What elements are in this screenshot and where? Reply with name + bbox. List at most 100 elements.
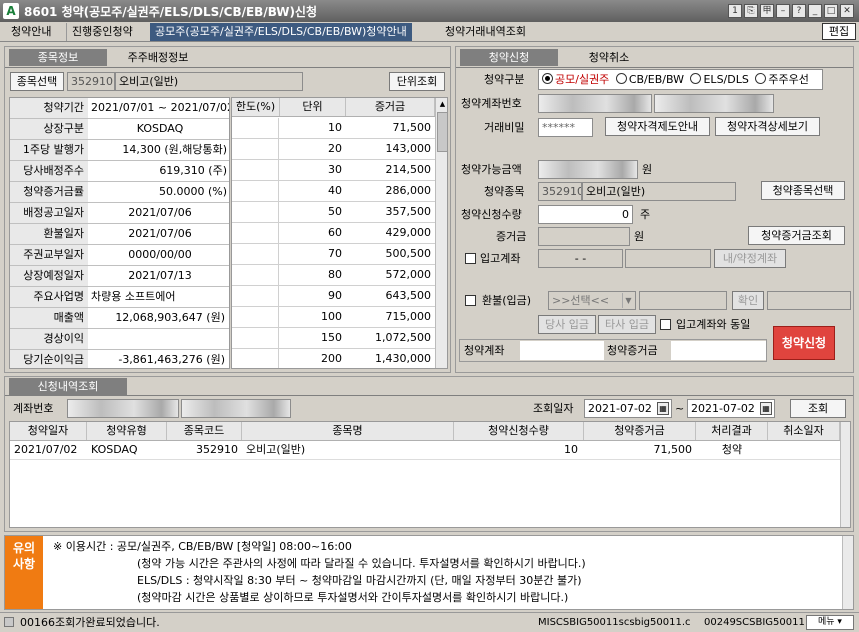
notice-line: ELS/DLS : 청약시작일 8:30 부터 ~ 청약마감일 마감시간까지 (…: [137, 574, 582, 587]
same-as-deposit-checkbox[interactable]: [660, 319, 671, 330]
eligibility-guide-button[interactable]: 청약자격제도안내: [605, 117, 710, 136]
margin-query-button[interactable]: 청약증거금조회: [748, 226, 845, 245]
menu-ongoing-subscription[interactable]: 진행중인청약: [66, 23, 138, 41]
unit-margin: 429,000: [385, 226, 432, 239]
col-margin: 청약증거금: [584, 422, 696, 440]
dash-icon[interactable]: –: [776, 4, 790, 18]
status-indicator-icon: [4, 617, 14, 627]
quantity-label: 청약신청수량: [461, 208, 522, 221]
unit-limit: [232, 223, 279, 243]
item-select-button[interactable]: 청약종목선택: [761, 181, 845, 200]
chevron-down-icon[interactable]: ▼: [622, 293, 634, 308]
unit-row[interactable]: 150 1,072,500: [232, 328, 435, 349]
row-result: 청약: [721, 443, 743, 456]
info-value: 2021/07/06: [89, 224, 229, 244]
tab-subscribe[interactable]: 청약신청: [460, 49, 558, 66]
unit-row[interactable]: 30 214,500: [232, 160, 435, 181]
unit-row[interactable]: 70 500,500: [232, 244, 435, 265]
unit-table-scrollbar[interactable]: ▲: [435, 98, 447, 368]
menu-subscription-guide[interactable]: 청약안내: [6, 23, 56, 41]
maximize-icon[interactable]: □: [824, 4, 838, 18]
unit-row[interactable]: 10 71,500: [232, 118, 435, 139]
refund-account-field: [639, 291, 727, 310]
refund-confirm-button[interactable]: 확인: [732, 291, 764, 310]
edit-button[interactable]: 편집: [822, 23, 856, 40]
info-value: 619,310 (주): [89, 161, 229, 181]
radio-shareholder-priority[interactable]: 주주우선: [755, 73, 809, 86]
copy-icon[interactable]: ⎘: [744, 4, 758, 18]
our-bank-deposit-button[interactable]: 당사 입금: [538, 315, 596, 334]
table-row[interactable]: 2021/07/02 KOSDAQ 352910 오비고(일반) 10 71,5…: [10, 441, 840, 460]
col-type: 청약유형: [87, 422, 167, 440]
menu-ipo-subscription[interactable]: 공모주(공모주/실권주/ELS/DLS/CB/EB/BW)청약안내: [150, 23, 412, 41]
row-date: 2021/07/02: [14, 443, 78, 456]
unit-query-button[interactable]: 단위조회: [389, 72, 445, 91]
calendar-icon[interactable]: ▦: [760, 402, 772, 415]
status-bar: 00166조회가완료되었습니다. MISCSBIG50011scsbig5001…: [0, 612, 859, 632]
deposit-account-label: 입고계좌: [480, 252, 521, 265]
scroll-thumb[interactable]: [437, 112, 447, 152]
refund-bank-select[interactable]: >>선택<< ▼: [548, 291, 636, 310]
account-number-field[interactable]: [538, 94, 652, 113]
unit-margin: 1,430,000: [375, 352, 431, 365]
stock-select-button[interactable]: 종목선택: [10, 72, 64, 91]
menu-button[interactable]: 메뉴 ▾: [806, 615, 854, 630]
submit-subscription-button[interactable]: 청약신청: [773, 326, 835, 360]
unit-row[interactable]: 20 143,000: [232, 139, 435, 160]
col-name: 종목명: [242, 422, 454, 440]
menu-transaction-history[interactable]: 청약거래내역조회: [440, 23, 531, 41]
link-icon[interactable]: 甲: [760, 4, 774, 18]
date-to-field[interactable]: 2021-07-02 ▦: [687, 399, 775, 418]
radio-cb-eb-bw[interactable]: CB/EB/BW: [615, 73, 684, 86]
unit-row[interactable]: 50 357,500: [232, 202, 435, 223]
subscription-type-label: 청약구분: [484, 73, 525, 86]
history-account-field[interactable]: [67, 399, 179, 418]
summary-account-field: [520, 341, 604, 360]
unit-row[interactable]: 80 572,000: [232, 265, 435, 286]
unit-row[interactable]: 100 715,000: [232, 307, 435, 328]
minimize-icon[interactable]: _: [808, 4, 822, 18]
tab-stock-info[interactable]: 종목정보: [9, 49, 107, 66]
tab-history[interactable]: 신청내역조회: [9, 378, 127, 395]
tab-shareholder-allocation[interactable]: 주주배정정보: [109, 49, 207, 66]
info-row: 당사배정주수 619,310 (주): [10, 161, 229, 182]
scroll-up-icon[interactable]: ▲: [437, 99, 447, 110]
date-tilde: ~: [675, 402, 685, 415]
col-limit: 한도(%): [232, 98, 280, 116]
info-key: 청약증거금률: [10, 182, 88, 202]
notice-scrollbar[interactable]: [842, 536, 853, 609]
calendar-icon[interactable]: ▦: [657, 402, 669, 415]
my-account-button[interactable]: 내/약정계좌: [714, 249, 786, 268]
unit-value: 100: [321, 310, 342, 323]
history-scrollbar[interactable]: [840, 422, 850, 527]
info-row: 환불일자 2021/07/06: [10, 224, 229, 245]
unit-row[interactable]: 40 286,000: [232, 181, 435, 202]
same-as-deposit-label: 입고계좌와 동일: [676, 318, 751, 331]
unit-value: 40: [328, 184, 342, 197]
tab-cancel[interactable]: 청약취소: [560, 49, 658, 66]
password-field[interactable]: ******: [538, 118, 593, 137]
unit-row[interactable]: 200 1,430,000: [232, 349, 435, 368]
deposit-account-checkbox[interactable]: [465, 253, 476, 264]
unit-margin: 214,500: [385, 163, 432, 176]
other-bank-deposit-button[interactable]: 타사 입금: [598, 315, 656, 334]
unit-row[interactable]: 90 643,500: [232, 286, 435, 307]
margin-label: 증거금: [496, 230, 527, 243]
close-icon[interactable]: ✕: [840, 4, 854, 18]
radio-ipo[interactable]: 공모/실권주: [542, 73, 609, 86]
radio-els-dls[interactable]: ELS/DLS: [690, 73, 749, 86]
quantity-input[interactable]: 0: [538, 205, 633, 224]
col-date: 청약일자: [10, 422, 87, 440]
unit-limit: [232, 265, 279, 285]
unit-value: 60: [328, 226, 342, 239]
refund-checkbox[interactable]: [465, 295, 476, 306]
unit-row[interactable]: 60 429,000: [232, 223, 435, 244]
help-icon[interactable]: ?: [792, 4, 806, 18]
info-row: 주요사업명 차량용 소프트에어: [10, 287, 229, 308]
date-from-field[interactable]: 2021-07-02 ▦: [584, 399, 672, 418]
query-button[interactable]: 조회: [790, 399, 846, 418]
unit-limit: [232, 328, 279, 348]
unit-margin: 143,000: [385, 142, 432, 155]
screen-number-button[interactable]: 1: [728, 4, 742, 18]
eligibility-detail-button[interactable]: 청약자격상세보기: [715, 117, 820, 136]
